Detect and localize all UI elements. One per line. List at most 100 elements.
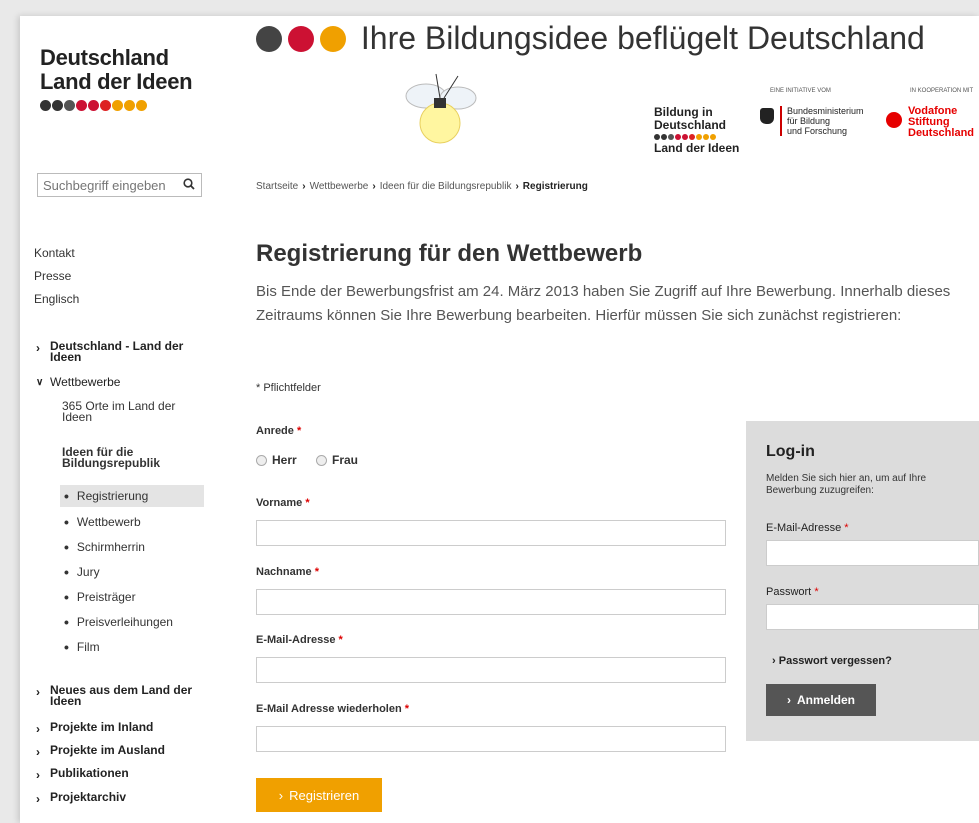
chevron-right-icon: › [36,722,40,736]
register-button-label: Registrieren [289,787,360,803]
logo-flower-icon [100,100,111,111]
login-password-input[interactable] [766,604,979,630]
initiative-caption: EINE INITIATIVE VOM [770,88,831,94]
partner1-flowers [654,134,739,140]
nachname-label: Nachname * [256,566,319,578]
lightbulb-icon [405,73,477,144]
chevron-right-icon: › [36,792,40,806]
nav-ausland-label: Projekte im Ausland [50,743,165,757]
email-input[interactable] [256,657,726,683]
intro-text: Bis Ende der Bewerbungsfrist am 24. März… [256,283,951,324]
nav-bullet-label: Preisträger [76,590,136,604]
logo-flower-icon [136,100,147,111]
nav-wettbewerbe-label: Wettbewerbe [50,375,121,389]
breadcrumb-chevron-icon: › [302,181,306,192]
nav-projektarchiv[interactable]: › Projektarchiv [36,790,198,806]
bullet-icon: • [64,614,69,630]
logo-flower-icon [64,100,75,111]
login-email-input[interactable] [766,540,979,566]
nav-bullet-label: Preisverleihungen [76,615,173,629]
required-note: * Pflichtfelder [256,382,321,394]
radio-circle-icon[interactable] [256,454,267,466]
breadcrumb-home[interactable]: Startseite [256,181,298,192]
partner1-line2: Deutschland [654,118,727,132]
nav-bullet-registrierung[interactable]: • Registrierung [60,485,204,507]
eagle-icon [760,108,774,124]
nav-bullet-label: Schirmherrin [76,540,145,554]
search-input[interactable] [43,177,173,193]
nav-publikationen-label: Publikationen [50,766,129,780]
banner-flower-icon [256,26,282,52]
nav-ideen-bildungsrepublik[interactable]: Ideen für die Bildungsrepublik [62,446,202,469]
nav-neues-label: Neues aus dem Land der Ideen [50,683,193,708]
nav-publikationen[interactable]: › Publikationen [36,766,198,782]
link-kontakt[interactable]: Kontakt [34,246,75,260]
bullet-icon: • [64,589,69,605]
search-icon[interactable] [183,178,195,190]
nav-bullet-label: Wettbewerb [76,515,141,529]
nav-bullet-label: Jury [76,565,100,579]
nav-inland-label: Projekte im Inland [50,720,154,734]
email-label: E-Mail-Adresse * [256,634,343,646]
logo-line2: Land der Ideen [40,69,193,94]
forgot-password-label: Passwort vergessen? [778,655,892,667]
register-button[interactable]: › Registrieren [256,778,382,812]
breadcrumb-chevron-icon: › [372,181,376,192]
bildung-in-deutschland-logo: Bildung in Deutschland Land der Ideen [654,106,739,155]
nav-archiv-label: Projektarchiv [50,790,127,804]
logo-flower-icon [52,100,63,111]
ministry-line2: für Bildung [787,116,831,126]
nav-inland[interactable]: › Projekte im Inland [36,720,198,736]
bullet-icon: • [64,514,69,530]
chevron-down-icon: ∨ [36,377,44,388]
nav-ausland[interactable]: › Projekte im Ausland [36,743,198,759]
nav-deutschland-label: Deutschland - Land der Ideen [50,339,184,364]
logo-flower-icon [76,100,87,111]
nav-wettbewerbe[interactable]: ∨ Wettbewerbe [36,375,198,389]
nav-bullet-preistraeger[interactable]: • Preisträger [60,586,204,608]
nav-bullet-preisverleihungen[interactable]: • Preisverleihungen [60,611,204,633]
breadcrumb-wettbewerbe[interactable]: Wettbewerbe [310,181,369,192]
nav-deutschland[interactable]: › Deutschland - Land der Ideen [36,339,198,364]
banner-flowers-icon [256,20,352,56]
vorname-input[interactable] [256,520,726,546]
link-presse[interactable]: Presse [34,269,71,283]
radio-frau[interactable]: Frau [316,453,358,467]
forgot-password-link[interactable]: › Passwort vergessen? [772,655,892,667]
banner-title-text: Ihre Bildungsidee beflügelt Deutschland [360,20,925,56]
login-button-label: Anmelden [796,693,855,707]
nav-neues[interactable]: › Neues aus dem Land der Ideen [36,683,198,708]
breadcrumb-chevron-icon: › [515,181,519,192]
bullet-icon: • [64,488,69,504]
link-englisch[interactable]: Englisch [34,292,79,306]
nav-bullet-schirmherrin[interactable]: • Schirmherrin [60,536,204,558]
nav-bullet-wettbewerb[interactable]: • Wettbewerb [60,511,204,533]
chevron-right-icon: › [36,341,40,355]
breadcrumb-ideen[interactable]: Ideen für die Bildungsrepublik [380,181,512,192]
chevron-right-icon: › [278,787,284,803]
vodafone-logo: Vodafone Stiftung Deutschland [908,106,974,139]
email-repeat-input[interactable] [256,726,726,752]
logo-line1: Deutschland [40,45,169,70]
nav-bullet-film[interactable]: • Film [60,636,204,658]
radio-circle-icon[interactable] [316,454,327,466]
chevron-right-icon: › [772,655,776,667]
ministry-line1: Bundesministerium [787,106,864,116]
nachname-input[interactable] [256,589,726,615]
login-button[interactable]: › Anmelden [766,684,876,716]
email-repeat-label: E-Mail Adresse wiederholen * [256,703,410,715]
bullet-icon: • [64,639,69,655]
anrede-label: Anrede * [256,425,302,437]
ministry-line3: und Forschung [787,126,848,136]
nav-365-orte[interactable]: 365 Orte im Land der Ideen [62,400,202,423]
cooperation-caption: IN KOOPERATION MIT [910,88,974,94]
radio-herr[interactable]: Herr [256,453,297,467]
logo-flower-icon [112,100,123,111]
bullet-icon: • [64,564,69,580]
site-logo[interactable]: Deutschland Land der Ideen [40,45,193,111]
ministry-logo: Bundesministerium für Bildung und Forsch… [780,106,864,136]
nav-bullet-jury[interactable]: • Jury [60,561,204,583]
breadcrumb-current: Registrierung [522,181,588,192]
radio-herr-label: Herr [272,453,297,467]
vodafone-line3: Deutschland [908,127,975,139]
